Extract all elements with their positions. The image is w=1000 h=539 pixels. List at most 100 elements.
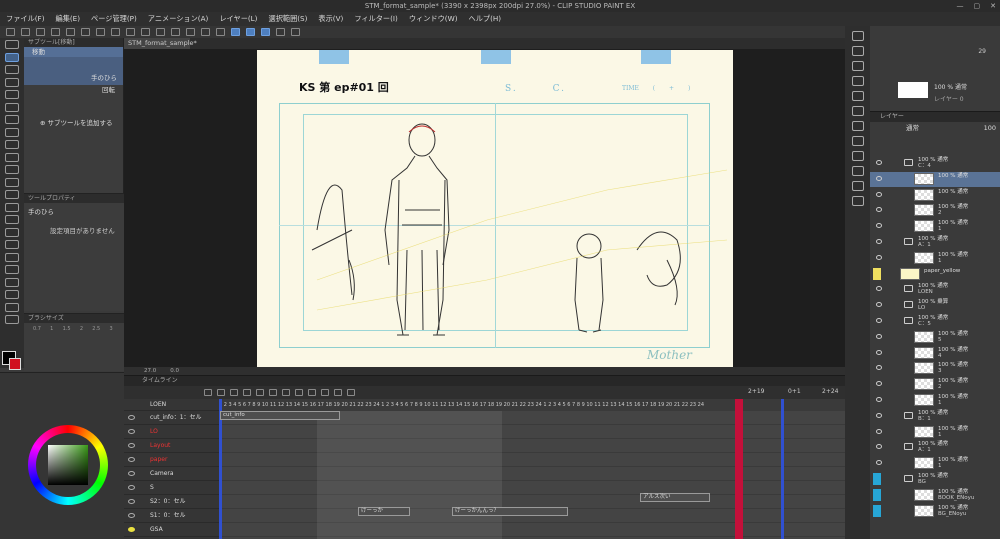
subtool-rotate[interactable]: 回転 — [24, 85, 123, 99]
zoom-tool-icon[interactable] — [5, 40, 19, 49]
folder-icon[interactable] — [904, 443, 913, 451]
menu-view[interactable]: 表示(V) — [318, 14, 343, 24]
layer-row[interactable]: 100 % 通常 — [870, 171, 1000, 187]
opacity-value[interactable]: 100 — [984, 122, 996, 134]
transform-icon[interactable] — [126, 28, 135, 36]
layer-folder-row[interactable]: 100 % 通常 LOEN — [870, 282, 1000, 297]
play-icon[interactable] — [230, 388, 238, 396]
brush-tool-icon[interactable] — [5, 165, 19, 174]
folder-icon[interactable] — [904, 285, 913, 293]
eye-icon[interactable] — [128, 499, 135, 504]
menu-animation[interactable]: アニメーション(A) — [148, 14, 209, 24]
move-tool-icon[interactable] — [5, 65, 19, 74]
eye-icon[interactable] — [876, 365, 882, 371]
menu-window[interactable]: ウィンドウ(W) — [409, 14, 458, 24]
track-row[interactable]: Layout — [124, 439, 219, 453]
eye-icon[interactable] — [873, 488, 881, 501]
eye-icon[interactable] — [873, 473, 881, 485]
figure-tool-icon[interactable] — [5, 252, 19, 262]
menu-layer[interactable]: レイヤー(L) — [219, 14, 257, 24]
onion-skin-icon[interactable] — [321, 388, 329, 396]
layer-folder-row[interactable]: 100 % 通常 C：5 — [870, 314, 1000, 329]
fill-tool-icon[interactable] — [5, 227, 19, 237]
folder-icon[interactable] — [904, 475, 913, 482]
eyedropper-icon[interactable] — [5, 127, 19, 137]
snap-special-ruler-icon[interactable] — [201, 28, 210, 36]
sub-view-icon[interactable] — [851, 46, 864, 56]
layer-row[interactable]: 100 % 通常 1 — [870, 393, 1000, 408]
pen-tool-icon[interactable] — [5, 140, 19, 149]
navigator-zoom[interactable]: 29 — [978, 48, 986, 55]
new-cel-icon[interactable] — [282, 388, 290, 396]
menu-file[interactable]: ファイル(F) — [6, 14, 45, 24]
snap-ruler-icon[interactable] — [186, 28, 195, 36]
ruler-tool-icon[interactable] — [5, 277, 19, 287]
eye-icon[interactable] — [876, 444, 882, 450]
eye-icon[interactable] — [876, 239, 882, 244]
eye-icon[interactable] — [876, 349, 882, 355]
eye-icon[interactable] — [128, 429, 135, 434]
open-file-icon[interactable] — [21, 28, 30, 36]
add-subtool-button[interactable]: ⊕ サブツールを追加する — [24, 117, 123, 127]
balloon-tool-icon[interactable] — [5, 302, 19, 312]
snap-grid-icon[interactable] — [216, 28, 225, 36]
document-tab[interactable]: STM_format_sample* — [124, 38, 197, 49]
clip-s2[interactable]: アルス次い — [640, 493, 710, 502]
redo-icon[interactable] — [81, 28, 90, 36]
track-row[interactable]: cut_info：1：セル — [124, 411, 219, 425]
eye-icon[interactable] — [876, 333, 882, 339]
eye-icon[interactable] — [876, 318, 882, 323]
maximize-icon[interactable]: ▢ — [974, 0, 981, 12]
loop-icon[interactable] — [269, 388, 277, 396]
magic-wand-icon[interactable] — [5, 115, 19, 124]
clip-s1-b[interactable]: けーっかんんっ？ — [452, 507, 568, 516]
eye-icon[interactable] — [876, 381, 882, 387]
eye-icon[interactable] — [876, 160, 882, 165]
selection-tool-icon[interactable] — [5, 90, 19, 99]
operation-tool-icon[interactable] — [5, 77, 19, 87]
next-frame-icon[interactable] — [243, 388, 251, 396]
eye-icon[interactable] — [876, 254, 882, 260]
track-row[interactable]: GSA — [124, 523, 219, 537]
eye-icon[interactable] — [876, 428, 882, 434]
layer-row[interactable]: paper_yellow — [870, 267, 1000, 282]
animation-cel-icon[interactable] — [851, 166, 864, 176]
layer-folder-row[interactable]: 100 % 通常 BG — [870, 472, 1000, 487]
info-icon[interactable] — [851, 151, 864, 161]
track-row[interactable]: S2：0：セル — [124, 495, 219, 509]
save-icon[interactable] — [36, 28, 45, 36]
menu-edit[interactable]: 編集(E) — [56, 14, 81, 24]
fill-icon[interactable] — [111, 28, 120, 36]
text-tool-icon[interactable] — [5, 290, 19, 299]
brush-size-option[interactable]: 2.5 — [89, 326, 103, 336]
layer-row[interactable]: 100 % 通常 2 — [870, 377, 1000, 392]
snap-vanishing-icon[interactable] — [246, 28, 255, 36]
gradient-tool-icon[interactable] — [5, 240, 19, 249]
layer-lock-icon[interactable] — [276, 28, 285, 36]
lasso-tool-icon[interactable] — [5, 102, 19, 112]
correct-line-icon[interactable] — [5, 315, 19, 324]
minimize-icon[interactable]: — — [957, 0, 964, 12]
eye-icon[interactable] — [128, 457, 135, 462]
eye-icon[interactable] — [128, 527, 135, 532]
timeline-start-marker[interactable] — [219, 399, 222, 539]
timeline-end-marker[interactable] — [781, 399, 784, 539]
eye-icon[interactable] — [876, 397, 882, 402]
material-pattern-icon[interactable] — [851, 181, 864, 191]
invert-selection-icon[interactable] — [156, 28, 165, 36]
snap-perspective-icon[interactable] — [231, 28, 240, 36]
layer-row[interactable]: 100 % 通常 1 — [870, 219, 1000, 234]
item-bank-icon[interactable] — [851, 136, 864, 146]
angle-readout[interactable]: 0.0 — [170, 368, 179, 374]
camera-icon[interactable] — [347, 388, 355, 396]
layer-property-icon[interactable] — [851, 91, 864, 101]
search-icon[interactable] — [851, 61, 864, 71]
layer-folder-row[interactable]: 100 % 通常 C：4 — [870, 156, 1000, 171]
layer-row[interactable]: 100 % 通常 5 — [870, 330, 1000, 345]
blend-tool-icon[interactable] — [5, 215, 19, 224]
eye-icon[interactable] — [128, 485, 135, 490]
canvas-paper[interactable]: KS 第 ep#01 回 S. C. TIME ( + ) Mother — [257, 50, 733, 367]
layer-row[interactable]: 100 % 通常 1 — [870, 425, 1000, 440]
eye-icon[interactable] — [128, 443, 135, 448]
track-row[interactable]: S1：0：セル — [124, 509, 219, 523]
